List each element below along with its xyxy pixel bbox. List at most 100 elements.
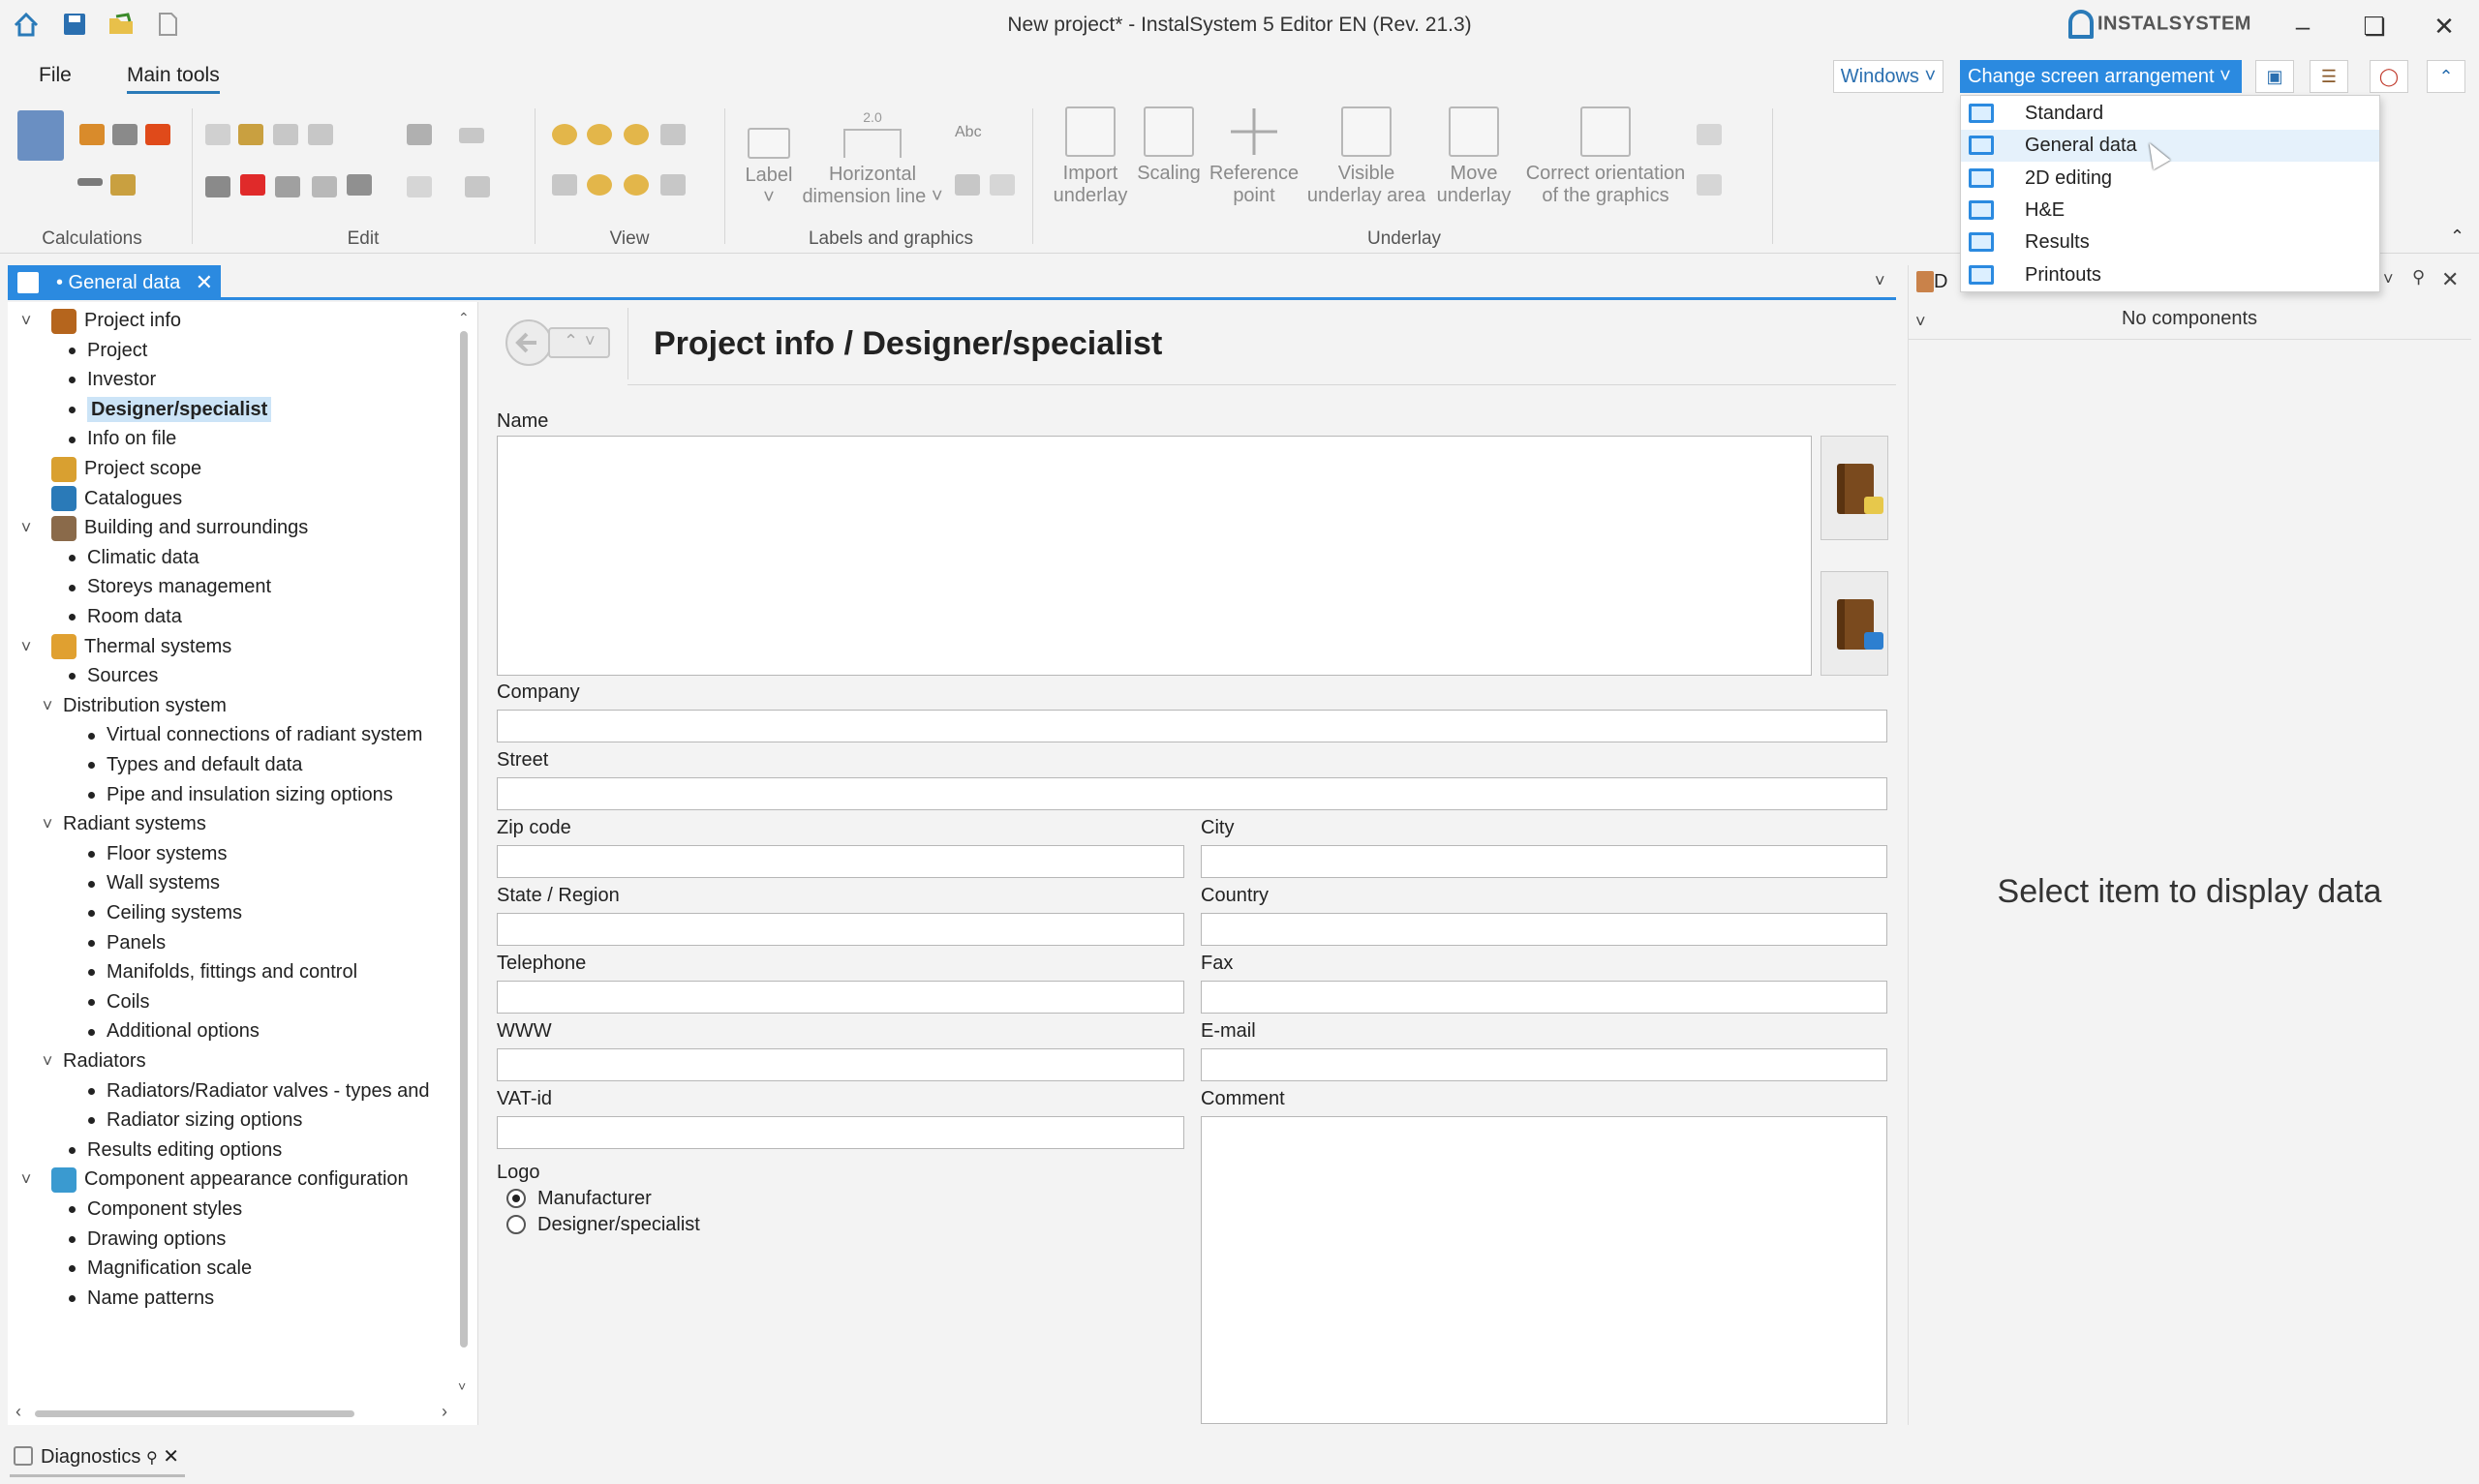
close-panel-icon[interactable]: ✕	[2441, 267, 2459, 292]
pipe-icon[interactable]	[77, 178, 103, 186]
collapse-chevron-icon[interactable]: ⌃	[2450, 227, 2464, 247]
pin-icon[interactable]: ⚲	[2412, 267, 2425, 288]
move-icon[interactable]	[347, 174, 372, 196]
reference-point-button[interactable]: Reference point	[1205, 106, 1303, 207]
street-field[interactable]	[497, 777, 1887, 810]
tab-list-chevron-icon[interactable]: ˅	[1875, 271, 1885, 291]
tree-item[interactable]: ˅ Building and surroundings	[21, 513, 308, 542]
load-from-address-book-button[interactable]	[1821, 436, 1888, 540]
up-down-navigation-button[interactable]: ⌃ ˅	[548, 327, 610, 358]
calculator-icon[interactable]	[17, 110, 64, 161]
company-field[interactable]	[497, 710, 1887, 742]
tree-item[interactable]: Pipe and insulation sizing options	[82, 780, 393, 809]
tree-item[interactable]: Name patterns	[63, 1284, 214, 1313]
zip-code-field[interactable]	[497, 845, 1184, 878]
fax-field[interactable]	[1201, 981, 1887, 1014]
tree-item[interactable]: Panels	[82, 928, 166, 957]
pin-icon[interactable]: ⚲	[146, 1450, 158, 1467]
delete-icon[interactable]	[240, 174, 265, 196]
tab-main-tools[interactable]: Main tools	[127, 64, 220, 94]
horizontal-dimension-line-button[interactable]: 2.0 Horizontal dimension line ˅	[800, 106, 945, 208]
tree-item[interactable]: Magnification scale	[63, 1254, 252, 1283]
tree-item[interactable]: Coils	[82, 987, 149, 1016]
arrangement-menu-item[interactable]: Results	[1961, 227, 2379, 258]
tree-vertical-scrollbar[interactable]: ⌃ ˅	[457, 310, 471, 1394]
windows-dropdown-button[interactable]: Windows ˅	[1833, 60, 1943, 93]
tree-item[interactable]: ˅ Distribution system	[43, 691, 227, 720]
label-tool-button[interactable]: Label ˅	[738, 106, 800, 209]
email-field[interactable]	[1201, 1048, 1887, 1081]
tab-file[interactable]: File	[39, 64, 72, 87]
pan-icon[interactable]	[552, 174, 577, 196]
catalogue-icon[interactable]: ☰	[2310, 60, 2348, 93]
tree-item[interactable]: Storeys management	[63, 572, 271, 601]
align-icon[interactable]	[407, 124, 432, 145]
close-tab-icon[interactable]: ✕	[196, 265, 213, 300]
arrangement-menu-item[interactable]: Printouts	[1961, 259, 2379, 291]
arrangement-menu-item[interactable]: General data	[1961, 130, 2379, 163]
tree-item[interactable]: Manifolds, fittings and control	[82, 957, 357, 986]
tree-item[interactable]: Floor systems	[82, 839, 227, 868]
collapse-ribbon-icon[interactable]: ⌃	[2427, 60, 2465, 93]
zoom-fit-icon[interactable]	[624, 124, 649, 145]
tools-icon[interactable]	[110, 174, 136, 196]
arrangement-menu-item[interactable]: 2D editing	[1961, 163, 2379, 195]
tree-item[interactable]: Types and default data	[82, 750, 302, 779]
help-icon[interactable]: ◯	[2370, 60, 2408, 93]
tree-item[interactable]: Ceiling systems	[82, 898, 242, 927]
screen-layout-icon[interactable]: ▣	[2255, 60, 2294, 93]
correct-orientation-button[interactable]: Correct orientation of the graphics	[1518, 106, 1693, 207]
expand-toggle-icon[interactable]: ˅	[16, 632, 36, 661]
table-icon[interactable]	[955, 174, 980, 196]
tree-item[interactable]: Designer/specialist	[63, 395, 272, 424]
copy-icon[interactable]	[205, 124, 230, 145]
arrangement-menu-item[interactable]: Standard	[1961, 98, 2379, 130]
ruler-icon[interactable]	[459, 128, 484, 143]
rotate-label-icon[interactable]	[990, 174, 1015, 196]
expand-toggle-icon[interactable]: ˅	[16, 513, 36, 542]
document-tab-general-data[interactable]: • General data ✕	[8, 265, 221, 300]
close-diagnostics-icon[interactable]: ✕	[163, 1446, 179, 1468]
tree-item[interactable]: Project	[63, 336, 147, 365]
vat-id-field[interactable]	[497, 1116, 1184, 1149]
expand-toggle-icon[interactable]: ˅	[38, 809, 57, 838]
tree-item[interactable]: Wall systems	[82, 868, 220, 897]
change-screen-arrangement-button[interactable]: Change screen arrangement ˅	[1960, 60, 2242, 93]
tree-item[interactable]: ˅ Thermal systems	[21, 632, 231, 661]
tree-item[interactable]: Virtual connections of radiant system	[82, 720, 422, 749]
underlay-settings-icon[interactable]	[1697, 174, 1722, 196]
minimize-button[interactable]: –	[2276, 8, 2330, 45]
expand-toggle-icon[interactable]: ˅	[38, 1046, 57, 1075]
tree-item[interactable]: Radiator sizing options	[82, 1105, 302, 1135]
frame-icon[interactable]	[308, 124, 333, 145]
tree-item[interactable]: ˅ Radiant systems	[43, 809, 206, 838]
save-to-address-book-button[interactable]	[1821, 571, 1888, 676]
text-style-icon[interactable]: Abc	[955, 124, 994, 143]
tree-item[interactable]: Results editing options	[63, 1136, 282, 1165]
logo-designer-radio[interactable]	[506, 1215, 526, 1234]
panel-menu-chevron-icon[interactable]: ˅	[2383, 269, 2394, 289]
scaling-button[interactable]: Scaling	[1133, 106, 1205, 185]
tree-item[interactable]: ˅ Radiators	[43, 1046, 146, 1075]
tree-item[interactable]: Catalogues	[51, 484, 182, 513]
import-underlay-button[interactable]: Import underlay	[1046, 106, 1135, 207]
move-underlay-button[interactable]: Move underlay	[1429, 106, 1518, 207]
expand-toggle-icon[interactable]: ˅	[16, 1165, 36, 1194]
redo-icon[interactable]	[275, 176, 300, 197]
visible-underlay-area-button[interactable]: Visible underlay area	[1303, 106, 1429, 207]
heat-source-icon[interactable]	[145, 124, 170, 145]
tree-item[interactable]: Radiators/Radiator valves - types and	[82, 1076, 430, 1105]
tree-item[interactable]: Climatic data	[63, 543, 199, 572]
expand-toggle-icon[interactable]: ˅	[16, 306, 36, 335]
paste-icon[interactable]	[238, 124, 263, 145]
group-icon[interactable]	[312, 176, 337, 197]
arrangement-menu-item[interactable]: H&E	[1961, 195, 2379, 227]
city-field[interactable]	[1201, 845, 1887, 878]
tree-item[interactable]: Additional options	[82, 1016, 260, 1045]
tree-item[interactable]: ˅ Project info	[21, 306, 181, 335]
tree-item[interactable]: Project scope	[51, 454, 201, 483]
radiator-icon[interactable]	[112, 124, 138, 145]
tree-item[interactable]: Room data	[63, 602, 182, 631]
tree-item[interactable]: ˅ Component appearance configuration	[21, 1165, 409, 1194]
tree-item[interactable]: Drawing options	[63, 1225, 226, 1254]
